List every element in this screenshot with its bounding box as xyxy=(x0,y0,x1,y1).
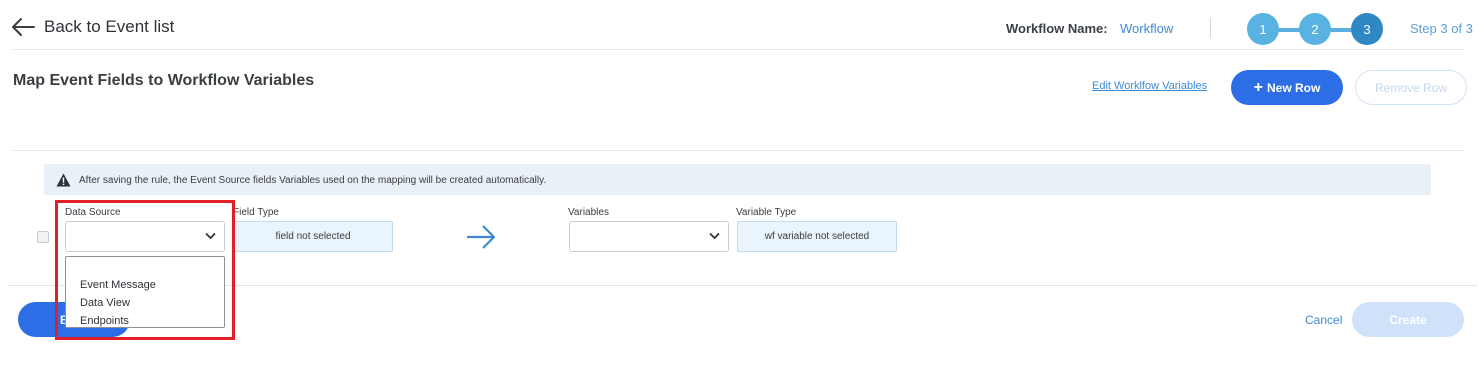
row-select-checkbox[interactable] xyxy=(37,231,49,243)
workflow-name-label: Workflow Name: xyxy=(1006,21,1108,36)
cancel-link[interactable]: Cancel xyxy=(1305,313,1342,327)
variables-label: Variables xyxy=(568,207,609,218)
header-divider xyxy=(1210,18,1211,38)
plus-icon: + xyxy=(1253,78,1263,96)
section-divider xyxy=(12,150,1464,151)
step-1[interactable]: 1 xyxy=(1247,13,1279,45)
info-banner-text: After saving the rule, the Event Source … xyxy=(79,175,547,186)
chevron-down-icon xyxy=(709,232,720,240)
step-count: Step 3 of 3 xyxy=(1410,21,1473,36)
workflow-name-value[interactable]: Workflow xyxy=(1120,21,1173,36)
new-row-label: New Row xyxy=(1267,80,1321,95)
arrow-left-icon[interactable] xyxy=(10,16,36,38)
edit-workflow-variables-link[interactable]: Edit Worklfow Variables xyxy=(1092,80,1207,92)
remove-row-button[interactable]: Remove Row xyxy=(1355,70,1467,105)
new-row-button[interactable]: + New Row xyxy=(1231,70,1343,105)
variables-select[interactable] xyxy=(569,221,729,252)
header-divider xyxy=(12,49,1464,50)
step-2[interactable]: 2 xyxy=(1299,13,1331,45)
field-type-value: field not selected xyxy=(233,221,393,252)
page-title: Map Event Fields to Workflow Variables xyxy=(13,72,315,89)
back-to-event-list-link[interactable]: Back to Event list xyxy=(44,17,174,37)
field-type-label: Field Type xyxy=(233,207,279,218)
create-button[interactable]: Create xyxy=(1352,302,1464,337)
variable-type-value: wf variable not selected xyxy=(737,221,897,252)
highlight-box xyxy=(55,200,235,340)
step-3[interactable]: 3 xyxy=(1351,13,1383,45)
arrow-right-icon xyxy=(467,225,496,249)
variable-type-label: Variable Type xyxy=(736,207,797,218)
warning-icon xyxy=(56,173,71,187)
